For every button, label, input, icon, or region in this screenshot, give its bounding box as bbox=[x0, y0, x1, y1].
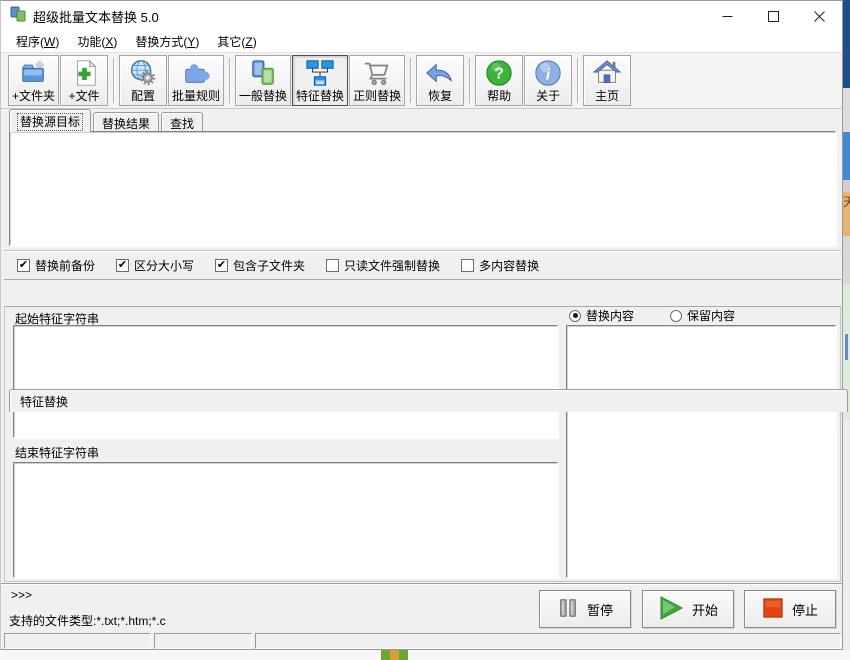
checkbox-icon bbox=[17, 259, 30, 272]
checkbox-backup-before-replace[interactable]: 替换前备份 bbox=[17, 257, 95, 274]
toolbar-button-add-file[interactable]: +文件 bbox=[60, 55, 108, 106]
minimize-icon bbox=[722, 11, 733, 22]
checkbox-case-sensitive[interactable]: 区分大小写 bbox=[116, 257, 194, 274]
supported-file-types: 支持的文件类型:*.txt;*.htm;*.c bbox=[9, 612, 166, 629]
info-icon: i bbox=[533, 57, 563, 88]
checkbox-icon bbox=[215, 259, 228, 272]
tab-replace-source-target[interactable]: 替换源目标 bbox=[9, 109, 91, 132]
toolbar-button-batch-rules[interactable]: 批量规则 bbox=[168, 55, 224, 106]
toolbar-separator bbox=[229, 58, 231, 103]
question-icon: ? bbox=[484, 57, 514, 88]
source-tab-strip: 替换源目标 替换结果 查找 bbox=[9, 111, 205, 132]
menu-replace-mode[interactable]: 替换方式(Y) bbox=[126, 30, 208, 53]
checkbox-force-readonly-replace[interactable]: 只读文件强制替换 bbox=[326, 257, 440, 274]
content-mode-radios: 替换内容 保留内容 bbox=[569, 307, 735, 324]
radio-replace-content[interactable]: 替换内容 bbox=[569, 307, 634, 324]
toolbar-button-feature-replace[interactable]: 特征替换 bbox=[292, 55, 348, 106]
tree-diagram-icon bbox=[305, 57, 335, 88]
replace-content-input[interactable] bbox=[566, 325, 836, 578]
checkbox-include-subfolders[interactable]: 包含子文件夹 bbox=[215, 257, 305, 274]
start-button[interactable]: 开始 bbox=[642, 590, 734, 628]
window-title: 超级批量文本替换 5.0 bbox=[33, 7, 159, 26]
toolbar-separator bbox=[410, 58, 412, 103]
toolbar-button-restore[interactable]: 恢复 bbox=[416, 55, 464, 106]
toolbar-separator bbox=[113, 58, 115, 103]
radio-icon bbox=[569, 310, 581, 322]
start-feature-string-input[interactable] bbox=[13, 325, 558, 438]
menu-functions[interactable]: 功能(X) bbox=[68, 30, 126, 53]
status-bar bbox=[4, 633, 841, 649]
checkbox-icon bbox=[116, 259, 129, 272]
taskbar-icon[interactable] bbox=[381, 650, 408, 660]
puzzle-icon bbox=[181, 57, 211, 88]
app-icon bbox=[10, 6, 26, 27]
desktop-bottom-fragment bbox=[0, 650, 850, 660]
toolbar-button-help[interactable]: ? 帮助 bbox=[475, 55, 523, 106]
desktop-background-fragment: 天 bbox=[843, 0, 850, 660]
cart-icon bbox=[362, 57, 392, 88]
log-prompt: >>> bbox=[11, 588, 32, 602]
status-cell bbox=[154, 633, 252, 649]
stop-button[interactable]: 停止 bbox=[744, 590, 836, 628]
home-icon bbox=[592, 57, 622, 88]
radio-icon bbox=[670, 310, 682, 322]
tab-feature-replace[interactable]: 特征替换 bbox=[9, 389, 848, 412]
tab-find[interactable]: 查找 bbox=[161, 112, 203, 132]
stop-icon bbox=[762, 597, 784, 622]
toolbar-button-regex-replace[interactable]: 正则替换 bbox=[349, 55, 405, 106]
checkbox-multi-content-replace[interactable]: 多内容替换 bbox=[461, 257, 539, 274]
app-window: 超级批量文本替换 5.0 程序(W) 功能(X) 替换方式(Y) 其它(Z) bbox=[0, 0, 843, 650]
toolbar-button-about[interactable]: i 关于 bbox=[524, 55, 572, 106]
toolbar-separator bbox=[577, 58, 579, 103]
source-target-list[interactable] bbox=[9, 131, 836, 246]
radio-keep-content[interactable]: 保留内容 bbox=[670, 307, 735, 324]
toolbar: +文件夹 +文件 bbox=[1, 53, 842, 109]
titlebar: 超级批量文本替换 5.0 bbox=[1, 1, 842, 31]
toolbar-separator bbox=[469, 58, 471, 103]
options-panel: 替换前备份 区分大小写 包含子文件夹 只读文件强制替换 多内容替换 bbox=[4, 251, 841, 280]
file-plus-icon bbox=[69, 57, 99, 88]
status-cell bbox=[4, 633, 151, 649]
toolbar-button-general-replace[interactable]: 一般替换 bbox=[235, 55, 291, 106]
status-cell bbox=[255, 633, 841, 649]
checkbox-icon bbox=[326, 259, 339, 272]
folder-plus-icon bbox=[19, 57, 49, 88]
minimize-button[interactable] bbox=[704, 1, 750, 31]
close-icon bbox=[814, 11, 825, 22]
play-icon bbox=[658, 595, 684, 624]
svg-text:?: ? bbox=[494, 65, 504, 82]
menu-program[interactable]: 程序(W) bbox=[7, 30, 68, 53]
toolbar-button-config[interactable]: 配置 bbox=[119, 55, 167, 106]
menu-bar: 程序(W) 功能(X) 替换方式(Y) 其它(Z) bbox=[1, 31, 842, 53]
pause-button[interactable]: 暂停 bbox=[539, 590, 631, 628]
globe-gear-icon bbox=[128, 57, 158, 88]
toolbar-button-add-folder[interactable]: +文件夹 bbox=[8, 55, 59, 106]
close-button[interactable] bbox=[796, 1, 842, 31]
desktop-text-fragment: 天 bbox=[843, 192, 850, 236]
toolbar-button-homepage[interactable]: 主页 bbox=[583, 55, 631, 106]
maximize-button[interactable] bbox=[750, 1, 796, 31]
tab-replace-result[interactable]: 替换结果 bbox=[93, 112, 159, 132]
menu-other[interactable]: 其它(Z) bbox=[208, 30, 265, 53]
pause-icon bbox=[557, 597, 579, 622]
end-feature-string-input[interactable] bbox=[13, 462, 558, 578]
window-controls bbox=[704, 1, 842, 31]
undo-arrow-icon bbox=[425, 57, 455, 88]
pages-swap-icon bbox=[248, 57, 278, 88]
checkbox-icon bbox=[461, 259, 474, 272]
maximize-icon bbox=[768, 11, 779, 22]
end-feature-string-label: 结束特征字符串 bbox=[15, 444, 99, 461]
